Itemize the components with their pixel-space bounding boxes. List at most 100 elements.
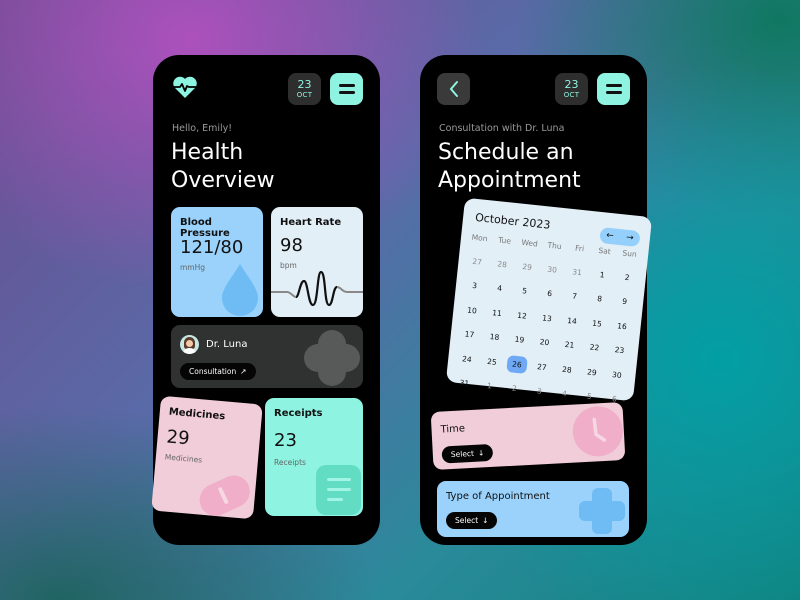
calendar-day[interactable]: 18 bbox=[484, 328, 506, 347]
calendar-day[interactable]: 22 bbox=[584, 338, 606, 357]
calendar-day[interactable]: 27 bbox=[466, 252, 488, 271]
page-title-line1: Health bbox=[171, 140, 244, 165]
calendar-day[interactable]: 29 bbox=[516, 257, 538, 276]
receipts-unit: Receipts bbox=[274, 458, 306, 467]
medical-cross-icon bbox=[579, 488, 625, 534]
page-title-line2: Overview bbox=[171, 168, 275, 193]
calendar-day[interactable]: 6 bbox=[539, 284, 561, 303]
date-month: OCT bbox=[296, 90, 313, 99]
weekday-label: Mon bbox=[471, 232, 488, 244]
calendar-day[interactable]: 2 bbox=[504, 379, 526, 398]
health-overview-screen: 23 OCT Hello, Emily! Health Overview Blo… bbox=[151, 55, 380, 545]
appointment-type-select-button[interactable]: Select ↓ bbox=[446, 512, 498, 529]
page-title-line1: Schedule an bbox=[438, 140, 574, 165]
card-label: Blood Pressure bbox=[180, 217, 230, 239]
schedule-appointment-screen: 23 OCT Consultation with Dr. Luna Schedu… bbox=[420, 55, 653, 545]
calendar-day[interactable]: 4 bbox=[489, 279, 511, 298]
document-lines-icon bbox=[316, 465, 361, 515]
appointment-type-select-label: Select bbox=[455, 516, 479, 525]
calendar-day[interactable]: 1 bbox=[591, 265, 613, 284]
subtitle: Consultation with Dr. Luna bbox=[439, 123, 565, 134]
weekday-label: Fri bbox=[574, 243, 585, 254]
calendar-day[interactable]: 20 bbox=[534, 333, 556, 352]
menu-button[interactable] bbox=[330, 73, 363, 105]
appointment-type-card[interactable]: Type of Appointment Select ↓ bbox=[437, 481, 629, 537]
calendar-day[interactable]: 23 bbox=[609, 341, 631, 360]
card-label: Medicines bbox=[168, 406, 226, 423]
prev-month-button[interactable]: ← bbox=[606, 231, 615, 242]
calendar-day[interactable]: 31 bbox=[566, 262, 588, 281]
drop-icon bbox=[222, 264, 258, 316]
calendar-day[interactable]: 29 bbox=[581, 362, 603, 381]
calendar-day[interactable]: 13 bbox=[536, 308, 558, 327]
calendar: October 2023 ← → Mon Tue Wed Thu Fri Sat Sun 27… bbox=[445, 197, 653, 404]
calendar-day[interactable]: 14 bbox=[561, 311, 583, 330]
calendar-day[interactable]: 1 bbox=[479, 376, 501, 395]
calendar-nav: ← → bbox=[599, 227, 641, 248]
chevron-left-icon bbox=[449, 81, 458, 97]
calendar-day[interactable]: 4 bbox=[554, 384, 576, 403]
calendar-day[interactable]: 30 bbox=[606, 365, 628, 384]
receipts-card[interactable]: Receipts 23 Receipts bbox=[265, 398, 363, 516]
calendar-day[interactable]: 5 bbox=[514, 281, 536, 300]
menu-icon bbox=[605, 84, 622, 87]
calendar-day[interactable]: 11 bbox=[486, 303, 508, 322]
calendar-day[interactable]: 21 bbox=[559, 335, 581, 354]
blood-pressure-value: 121/80 bbox=[180, 237, 244, 258]
calendar-day[interactable]: 28 bbox=[491, 254, 513, 273]
arrow-down-icon: ↓ bbox=[477, 448, 485, 458]
card-label: Receipts bbox=[274, 408, 323, 419]
blood-pressure-card[interactable]: Blood Pressure 121/80 mmHg bbox=[171, 207, 263, 317]
weekday-label: Sun bbox=[622, 248, 638, 259]
calendar-day[interactable]: 2 bbox=[616, 268, 638, 287]
consultation-button[interactable]: Consultation ↗ bbox=[180, 363, 256, 380]
medicines-card[interactable]: Medicines 29 Medicines bbox=[151, 395, 263, 520]
calendar-day[interactable]: 25 bbox=[481, 352, 503, 371]
date-badge[interactable]: 23 OCT bbox=[288, 73, 321, 105]
calendar-day[interactable]: 8 bbox=[589, 289, 611, 308]
page-title: Schedule an Appointment bbox=[438, 139, 581, 195]
weekday-label: Tue bbox=[497, 235, 512, 246]
calendar-day[interactable]: 3 bbox=[464, 276, 486, 295]
calendar-day[interactable]: 12 bbox=[511, 306, 533, 325]
menu-button[interactable] bbox=[597, 73, 630, 105]
calendar-day[interactable]: 16 bbox=[611, 316, 633, 335]
calendar-day[interactable]: 9 bbox=[614, 292, 636, 311]
calendar-day[interactable]: 15 bbox=[586, 314, 608, 333]
medicines-unit: Medicines bbox=[164, 452, 203, 465]
weekday-label: Sat bbox=[598, 245, 612, 257]
page-title-line2: Appointment bbox=[438, 168, 581, 193]
calendar-day-selected[interactable]: 26 bbox=[506, 354, 528, 374]
calendar-day[interactable]: 10 bbox=[461, 301, 483, 320]
blood-pressure-unit: mmHg bbox=[180, 263, 206, 272]
next-month-button[interactable]: → bbox=[626, 233, 635, 244]
menu-icon bbox=[338, 84, 355, 87]
menu-icon-bar bbox=[605, 91, 622, 94]
weekday-label: Thu bbox=[547, 240, 563, 252]
calendar-day[interactable]: 7 bbox=[564, 287, 586, 306]
doctor-card[interactable]: Dr. Luna Consultation ↗ bbox=[171, 325, 363, 388]
greeting: Hello, Emily! bbox=[172, 123, 233, 134]
heart-rate-card[interactable]: Heart Rate 98 bpm bbox=[271, 207, 363, 317]
date-badge[interactable]: 23 OCT bbox=[555, 73, 588, 105]
back-button[interactable] bbox=[437, 73, 470, 105]
clock-icon bbox=[572, 406, 623, 457]
calendar-month-label: October 2023 bbox=[474, 210, 551, 232]
calendar-day[interactable]: 3 bbox=[529, 381, 551, 400]
time-card[interactable]: Time Select ↓ bbox=[430, 402, 626, 470]
calendar-day[interactable]: 17 bbox=[459, 325, 481, 344]
calendar-day[interactable]: 27 bbox=[531, 357, 553, 376]
calendar-day[interactable]: 30 bbox=[541, 260, 563, 279]
card-label: Type of Appointment bbox=[446, 491, 550, 502]
arrow-up-right-icon: ↗ bbox=[240, 367, 247, 376]
calendar-day[interactable]: 24 bbox=[456, 349, 478, 368]
receipts-value: 23 bbox=[274, 430, 297, 451]
medicines-value: 29 bbox=[165, 426, 191, 450]
calendar-day[interactable]: 19 bbox=[509, 330, 531, 349]
date-day: 23 bbox=[297, 77, 312, 91]
time-select-button[interactable]: Select ↓ bbox=[441, 443, 494, 464]
calendar-day[interactable]: 31 bbox=[454, 374, 476, 393]
menu-icon-bar bbox=[338, 91, 355, 94]
date-day: 23 bbox=[564, 77, 579, 91]
calendar-day[interactable]: 28 bbox=[556, 360, 578, 379]
